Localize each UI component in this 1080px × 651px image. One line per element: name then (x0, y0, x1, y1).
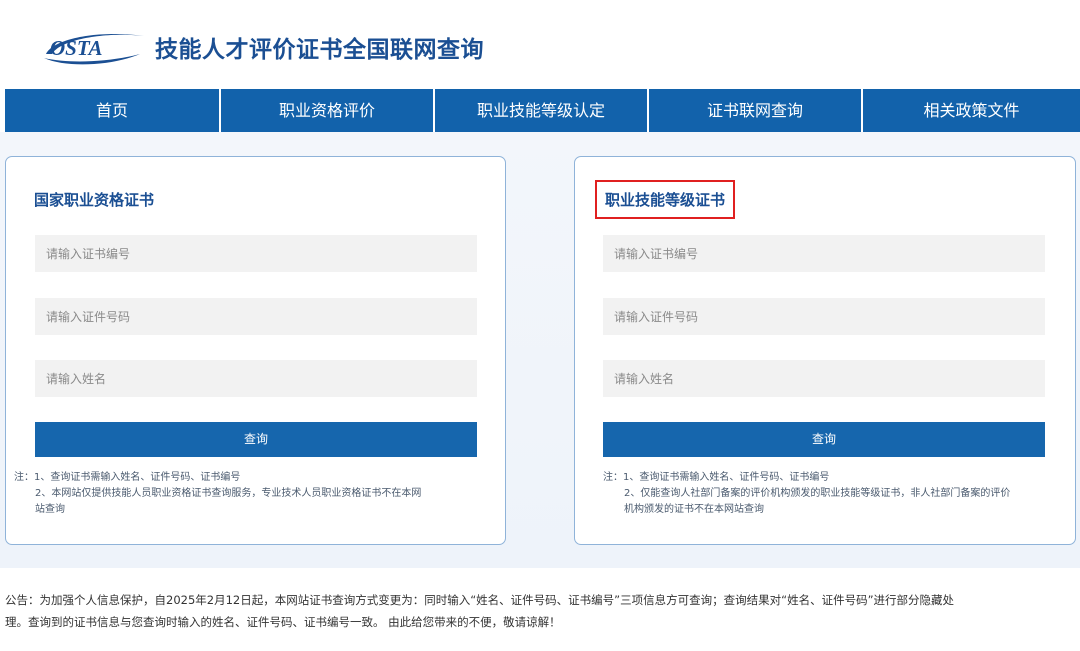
nav-item-qualification-evaluation[interactable]: 职业资格评价 (219, 89, 433, 132)
nav-item-policy-documents[interactable]: 相关政策文件 (861, 89, 1080, 132)
id-number-input[interactable] (35, 298, 477, 335)
card-notes: 注：1、查询证书需输入姓名、证件号码、证书编号 2、本网站仅提供技能人员职业资格… (14, 470, 484, 518)
nav-item-certificate-query[interactable]: 证书联网查询 (647, 89, 861, 132)
name-input[interactable] (35, 360, 477, 397)
announcement-line: 理。查询到的证书信息与您查询时输入的姓名、证件号码、证书编号一致。 由此给您带来… (5, 615, 561, 629)
id-number-input[interactable] (603, 298, 1045, 335)
note-line: 注：1、查询证书需输入姓名、证件号码、证书编号 (603, 472, 830, 483)
skill-level-cert-card: 职业技能等级证书 查询 注：1、查询证书需输入姓名、证件号码、证书编号 2、仅能… (574, 156, 1076, 545)
note-line: 站查询 (35, 504, 65, 515)
card-notes: 注：1、查询证书需输入姓名、证件号码、证书编号 2、仅能查询人社部门备案的评价机… (603, 470, 1063, 518)
nav-item-skill-level-certification[interactable]: 职业技能等级认定 (433, 89, 647, 132)
site-header: OSTA 技能人才评价证书全国联网查询 (0, 0, 1080, 89)
note-line: 2、仅能查询人社部门备案的评价机构颁发的职业技能等级证书，非人社部门备案的评价 (624, 488, 1011, 499)
note-line: 机构颁发的证书不在本网站查询 (624, 504, 764, 515)
announcement-line: 公告：为加强个人信息保护，自2025年2月12日起，本网站证书查询方式变更为：同… (5, 593, 955, 607)
announcement: 公告：为加强个人信息保护，自2025年2月12日起，本网站证书查询方式变更为：同… (5, 589, 1075, 633)
query-button[interactable]: 查询 (603, 422, 1045, 457)
query-button[interactable]: 查询 (35, 422, 477, 457)
qualification-cert-card: 国家职业资格证书 查询 注：1、查询证书需输入姓名、证件号码、证书编号 2、本网… (5, 156, 506, 545)
logo-text: OSTA (50, 36, 103, 60)
cert-number-input[interactable] (35, 235, 477, 272)
card-title: 国家职业资格证书 (34, 191, 155, 209)
site-title: 技能人才评价证书全国联网查询 (155, 37, 484, 63)
main-nav: 首页 职业资格评价 职业技能等级认定 证书联网查询 相关政策文件 (0, 89, 1080, 132)
osta-logo[interactable]: OSTA (40, 24, 148, 68)
nav-item-home[interactable]: 首页 (0, 89, 219, 132)
cert-number-input[interactable] (603, 235, 1045, 272)
card-title-highlighted: 职业技能等级证书 (595, 180, 736, 219)
note-line: 注：1、查询证书需输入姓名、证件号码、证书编号 (14, 472, 241, 483)
name-input[interactable] (603, 360, 1045, 397)
note-line: 2、本网站仅提供技能人员职业资格证书查询服务，专业技术人员职业资格证书不在本网 (35, 488, 422, 499)
